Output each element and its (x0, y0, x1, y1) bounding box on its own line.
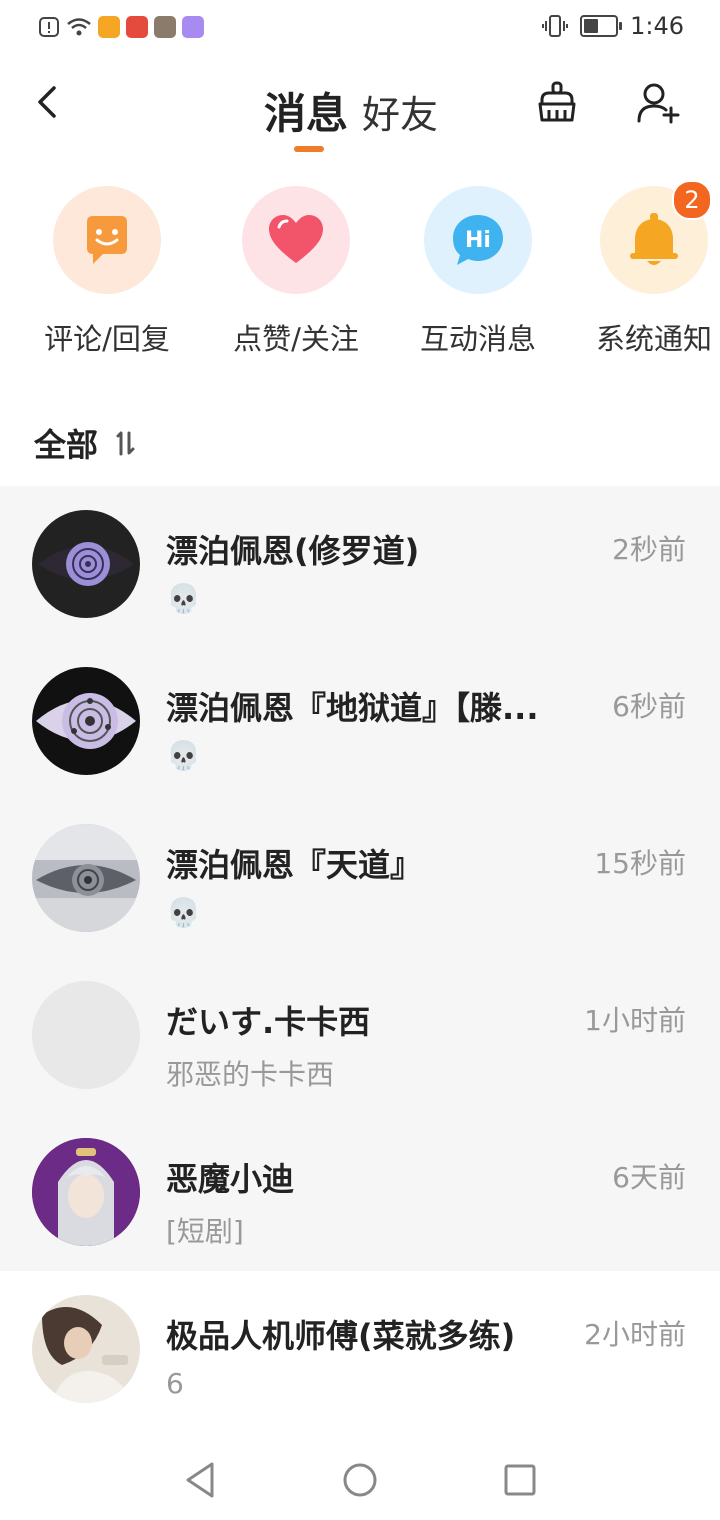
broom-clean-icon[interactable] (534, 80, 580, 126)
conversation-row[interactable]: 漂泊佩恩(修罗道) 2秒前 💀 (0, 486, 720, 643)
message-time: 2小时前 (584, 1318, 686, 1351)
message-time: 2秒前 (612, 533, 686, 566)
battery-icon (580, 15, 623, 37)
back-arrow-icon[interactable] (30, 82, 70, 122)
quick-action-interactions[interactable]: Hi 互动消息 (398, 186, 558, 358)
conversation-list: 漂泊佩恩(修罗道) 2秒前 💀 漂泊佩恩『地狱道』【滕... 6秒前 💀 漂泊佩… (0, 486, 720, 1428)
nav-home-icon[interactable] (338, 1458, 382, 1502)
quick-action-label: 点赞/关注 (233, 322, 359, 356)
status-bar: 1:46 (0, 0, 720, 56)
message-time: 6秒前 (612, 690, 686, 723)
app-notification-icon (126, 16, 148, 38)
avatar[interactable] (32, 1138, 140, 1246)
message-preview: 邪恶的卡卡西 (166, 1058, 335, 1091)
message-time: 6天前 (612, 1161, 686, 1194)
message-time: 15秒前 (594, 847, 686, 880)
quick-actions: 评论/回复 点赞/关注 Hi 互动消息 2 系统通知 (0, 180, 720, 366)
add-friend-icon[interactable] (636, 80, 682, 126)
contact-name: だいす.卡卡西 (166, 1003, 371, 1041)
tab-indicator (294, 146, 324, 152)
contact-name: 极品人机师傅(菜就多练) (166, 1317, 516, 1355)
comment-reply-circle (53, 186, 161, 294)
conversation-row[interactable]: 漂泊佩恩『地狱道』【滕... 6秒前 💀 (0, 643, 720, 800)
app-notification-icon (154, 16, 176, 38)
anime-character-avatar-icon (32, 1138, 140, 1246)
system-notice-circle: 2 (600, 180, 712, 294)
tab-bar: 消息 好友 (264, 80, 438, 141)
system-navigation-bar (0, 1440, 720, 1520)
quick-action-label: 系统通知 (595, 322, 712, 356)
tab-friends[interactable]: 好友 (362, 84, 438, 139)
contact-name: 恶魔小迪 (166, 1160, 295, 1198)
notification-icons (38, 16, 204, 38)
vibrate-icon (542, 15, 569, 37)
message-preview: 💀 (166, 739, 201, 772)
message-time: 1小时前 (584, 1004, 686, 1037)
quick-action-system[interactable]: 2 系统通知 (574, 180, 720, 358)
message-preview: 💀 (166, 896, 201, 929)
quick-action-likes[interactable]: 点赞/关注 (216, 186, 376, 358)
message-preview: 6 (166, 1367, 184, 1400)
contact-name: 漂泊佩恩『地狱道』【滕... (166, 689, 539, 727)
tab-messages[interactable]: 消息 (264, 80, 348, 141)
wifi-icon (67, 18, 91, 36)
app-notification-icon (182, 16, 204, 38)
clock: 1:46 (630, 12, 684, 40)
heart-icon (269, 215, 323, 263)
svg-text:Hi: Hi (465, 228, 491, 253)
notification-badge: 2 (672, 180, 712, 220)
conversation-row[interactable]: 极品人机师傅(菜就多练) 2小时前 6 (0, 1271, 720, 1428)
section-title: 全部 (34, 426, 99, 464)
avatar[interactable] (32, 824, 140, 932)
interaction-circle: Hi (424, 186, 532, 294)
quick-action-label: 评论/回复 (44, 322, 170, 356)
grey-eye-icon (32, 824, 140, 932)
message-preview: [短剧] (166, 1215, 244, 1248)
avatar-placeholder[interactable] (32, 981, 140, 1089)
nav-recents-icon[interactable] (498, 1458, 542, 1502)
avatar[interactable] (32, 510, 140, 618)
conversation-row[interactable]: だいす.卡卡西 1小时前 邪恶的卡卡西 (0, 957, 720, 1114)
smile-chat-icon (87, 216, 127, 264)
message-preview: 💀 (166, 582, 201, 615)
contact-name: 漂泊佩恩『天道』 (166, 846, 423, 884)
photo-avatar-icon (32, 1295, 140, 1403)
rinnegan-tomoe-eye-icon (32, 667, 140, 775)
conversation-row[interactable]: 恶魔小迪 6天前 [短剧] (0, 1114, 720, 1271)
section-header: 全部 (34, 420, 140, 466)
alert-icon (39, 17, 59, 37)
avatar[interactable] (32, 1295, 140, 1403)
conversation-row[interactable]: 漂泊佩恩『天道』 15秒前 💀 (0, 800, 720, 957)
hi-bubble-icon: Hi (453, 215, 503, 265)
rinnegan-eye-icon (32, 510, 140, 618)
likes-follows-circle (242, 186, 350, 294)
header: 消息 好友 (0, 62, 720, 158)
quick-action-comments[interactable]: 评论/回复 (27, 186, 187, 358)
contact-name: 漂泊佩恩(修罗道) (166, 532, 420, 570)
bell-icon (630, 213, 678, 265)
avatar[interactable] (32, 667, 140, 775)
app-notification-icon (98, 16, 120, 38)
quick-action-label: 互动消息 (419, 322, 536, 356)
nav-back-icon[interactable] (178, 1458, 222, 1502)
sort-icon[interactable] (110, 428, 140, 458)
